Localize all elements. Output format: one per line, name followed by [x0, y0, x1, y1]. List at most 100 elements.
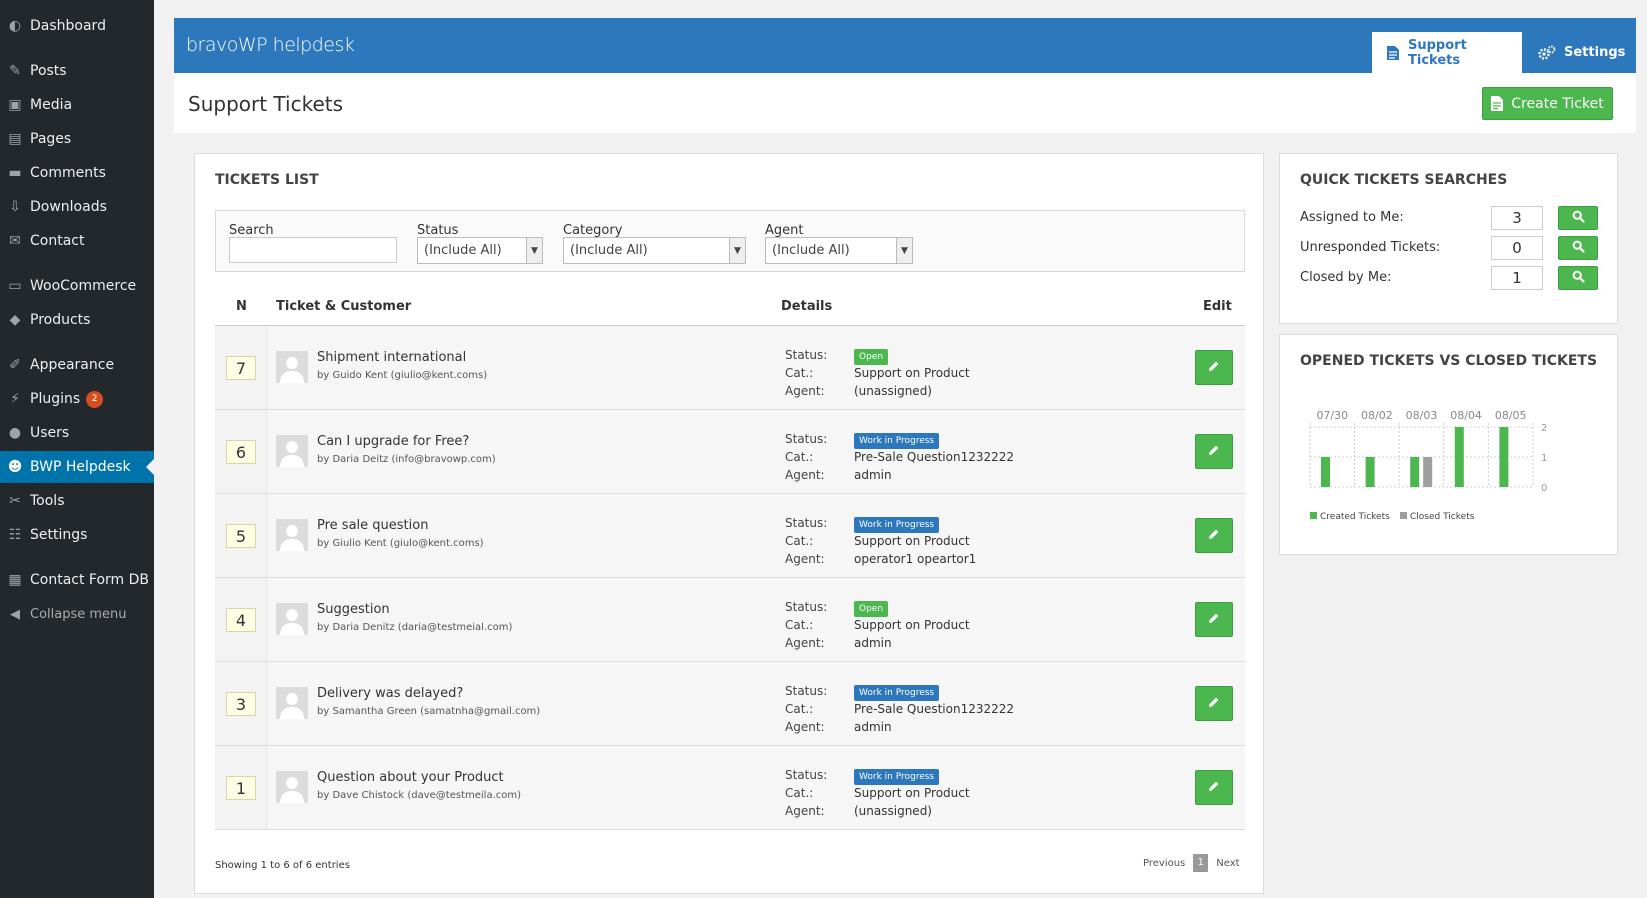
sidebar-item-products[interactable]: ◆ Products — [0, 304, 154, 336]
quick-search-button[interactable] — [1558, 206, 1598, 230]
edit-ticket-button[interactable] — [1195, 686, 1233, 721]
edit-ticket-button[interactable] — [1195, 350, 1233, 385]
sidebar-item-comments[interactable]: ▬ Comments — [0, 157, 154, 189]
ticket-subject-link[interactable]: Delivery was delayed? — [317, 686, 463, 701]
category-filter-value: (Include All) — [570, 243, 648, 258]
table-row: 7 Shipment international by Guido Kent (gi… — [215, 326, 1245, 410]
ticket-subject-link[interactable]: Shipment international — [317, 350, 466, 365]
legend-label: Closed Tickets — [1410, 512, 1475, 522]
y-tick-label: 0 — [1541, 483, 1547, 494]
status-filter-select[interactable]: (Include All) ▼ — [417, 237, 543, 264]
page-number-current[interactable]: 1 — [1193, 854, 1209, 872]
bar-created — [1499, 427, 1509, 487]
new-document-icon — [1491, 96, 1504, 111]
quick-search-label: Closed by Me: — [1300, 270, 1392, 285]
status-cell: Work in Progress — [854, 516, 940, 533]
column-ticket-customer[interactable]: Ticket & Customer — [276, 299, 411, 314]
search-input[interactable] — [229, 237, 397, 263]
sidebar-item-label: Dashboard — [30, 18, 106, 34]
sidebar-item-contact[interactable]: ✉ Contact — [0, 225, 154, 257]
ticket-subject-link[interactable]: Suggestion — [317, 602, 390, 617]
category-value: Support on Product — [854, 618, 970, 632]
status-badge: Work in Progress — [854, 769, 940, 785]
agent-filter-select[interactable]: (Include All) ▼ — [765, 237, 913, 264]
sidebar-item-contact-form-db[interactable]: ▦ Contact Form DB — [0, 564, 154, 596]
sidebar-item-tools[interactable]: ✂ Tools — [0, 485, 154, 517]
sidebar-item-bwp-helpdesk[interactable]: ☻ BWP Helpdesk — [0, 451, 154, 483]
y-tick-label: 1 — [1541, 453, 1547, 464]
ticket-customer: by Daria Deitz (info@bravowp.com) — [317, 454, 496, 465]
x-tick-label: 08/04 — [1450, 409, 1482, 422]
category-filter-select[interactable]: (Include All) ▼ — [563, 237, 746, 264]
sidebar-item-label: Tools — [30, 493, 65, 509]
table-row: 5 Pre sale question by Giulio Kent (giulo@… — [215, 494, 1245, 578]
sidebar-item-posts[interactable]: ✎ Posts — [0, 55, 154, 87]
edit-ticket-button[interactable] — [1195, 770, 1233, 805]
sliders-icon: ☷ — [8, 527, 22, 543]
edit-ticket-button[interactable] — [1195, 602, 1233, 637]
previous-page-link[interactable]: Previous — [1143, 858, 1185, 869]
ticket-subject-link[interactable]: Can I upgrade for Free? — [317, 434, 469, 449]
chevron-down-icon: ▼ — [526, 238, 542, 263]
sidebar-item-users[interactable]: ● Users — [0, 417, 154, 449]
tab-settings-label: Settings — [1564, 45, 1626, 60]
tickets-list-title: TICKETS LIST — [215, 172, 319, 188]
database-icon: ▦ — [8, 572, 22, 588]
create-ticket-button[interactable]: Create Ticket — [1482, 87, 1613, 120]
ticket-number: 1 — [226, 776, 256, 800]
pencil-icon — [1208, 612, 1220, 628]
sidebar-item-label: BWP Helpdesk — [30, 459, 131, 475]
pencil-icon — [1208, 360, 1220, 376]
sidebar-item-appearance[interactable]: ✐ Appearance — [0, 349, 154, 381]
sidebar-item-pages[interactable]: ▤ Pages — [0, 123, 154, 155]
sidebar-item-label: Appearance — [30, 357, 115, 373]
detail-label-agent: Agent: — [785, 636, 825, 650]
sidebar-item-plugins[interactable]: ⚡ Plugins 2 — [0, 383, 154, 415]
detail-label-status: Status: — [785, 600, 828, 614]
sidebar-item-collapse-menu[interactable]: ◀ Collapse menu — [0, 598, 154, 630]
sidebar-item-downloads[interactable]: ⇩ Downloads — [0, 191, 154, 223]
status-cell: Work in Progress — [854, 684, 940, 701]
sidebar-item-woocommerce[interactable]: ▭ WooCommerce — [0, 270, 154, 302]
tab-support-tickets[interactable]: Support Tickets — [1372, 32, 1522, 73]
ticket-subject-link[interactable]: Pre sale question — [317, 518, 428, 533]
table-row: 1 Question about your Product by Dave Chis… — [215, 746, 1245, 830]
sidebar-item-dashboard[interactable]: ◐ Dashboard — [0, 10, 154, 42]
status-badge: Work in Progress — [854, 433, 940, 449]
sidebar-item-label: Downloads — [30, 199, 107, 215]
helpdesk-logo: bravoWP helpdesk — [186, 34, 355, 56]
helpdesk-header: bravoWP helpdesk Support Tickets Setting… — [174, 18, 1636, 73]
column-edit: Edit — [1203, 299, 1232, 314]
column-details[interactable]: Details — [781, 299, 832, 314]
quick-search-count: 0 — [1491, 236, 1543, 260]
collapse-icon: ◀ — [10, 606, 20, 622]
edit-ticket-button[interactable] — [1195, 518, 1233, 553]
detail-label-agent: Agent: — [785, 468, 825, 482]
detail-label-cat: Cat.: — [785, 786, 814, 800]
legend-label: Created Tickets — [1320, 512, 1390, 522]
wrench-icon: ✂ — [9, 493, 21, 509]
quick-search-button[interactable] — [1558, 266, 1598, 290]
quick-search-button[interactable] — [1558, 236, 1598, 260]
pages-icon: ▤ — [8, 131, 22, 147]
quick-search-row: Unresponded Tickets: 0 — [1300, 234, 1600, 262]
pencil-icon — [1208, 696, 1220, 712]
table-header: N Ticket & Customer Details Edit — [215, 294, 1245, 326]
edit-ticket-button[interactable] — [1195, 434, 1233, 469]
next-page-link[interactable]: Next — [1216, 858, 1239, 869]
category-value: Pre-Sale Question1232222 — [854, 450, 1015, 464]
ticket-subject-link[interactable]: Question about your Product — [317, 770, 504, 785]
pagination: Previous 1 Next — [1143, 854, 1240, 872]
ticket-number: 4 — [226, 608, 256, 632]
tab-settings[interactable]: Settings — [1524, 32, 1626, 73]
bar-created — [1410, 457, 1420, 487]
search-icon — [1572, 270, 1585, 287]
quick-searches-panel: QUICK TICKETS SEARCHES Assigned to Me: 3 U… — [1279, 153, 1618, 324]
ticket-number-cell: 7 — [215, 326, 267, 409]
sidebar-item-label: Comments — [30, 165, 106, 181]
column-n[interactable]: N — [236, 299, 247, 314]
agent-value: operator1 opeartor1 — [854, 552, 977, 566]
sidebar-item-media[interactable]: ▣ Media — [0, 89, 154, 121]
status-filter-label: Status — [417, 223, 459, 238]
sidebar-item-settings[interactable]: ☷ Settings — [0, 519, 154, 551]
